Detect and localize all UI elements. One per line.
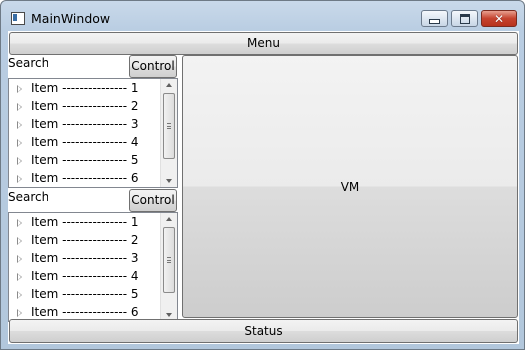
tree-item[interactable]: Item --------------- 4 [9,133,159,151]
client-area: Menu Search Control Item ---------------… [8,31,519,344]
tree-item[interactable]: Item --------------- 6 [9,169,159,187]
expand-arrow-icon[interactable] [17,255,22,263]
close-button[interactable]: ✕ [481,10,517,27]
tree-item[interactable]: Item --------------- 3 [9,249,159,267]
expand-arrow-icon[interactable] [17,219,22,227]
expand-arrow-icon[interactable] [17,309,22,317]
expand-arrow-icon[interactable] [17,139,22,147]
tree-item[interactable]: Item --------------- 2 [9,97,159,115]
vertical-scrollbar[interactable] [160,79,177,187]
close-icon: ✕ [493,11,505,26]
expand-arrow-icon[interactable] [17,157,22,165]
tree-item[interactable]: Item --------------- 5 [9,151,159,169]
scroll-down-icon[interactable] [166,313,172,317]
expand-arrow-icon[interactable] [17,237,22,245]
vm-label: VM [340,180,360,194]
item-tree[interactable]: Item --------------- 1 Item ------------… [8,78,178,188]
tree-item-label: Item --------------- 1 [31,215,139,229]
item-tree[interactable]: Item --------------- 1 Item ------------… [8,212,178,322]
vm-content-button[interactable]: VM [182,55,518,318]
tree-item-label: Item --------------- 2 [31,99,139,113]
tree-item[interactable]: Item --------------- 3 [9,115,159,133]
control-button[interactable]: Control [129,55,177,78]
maximize-icon [459,13,470,24]
scroll-thumb[interactable] [163,227,175,293]
tree-item-label: Item --------------- 4 [31,269,139,283]
title-bar[interactable]: MainWindow ✕ [1,1,524,33]
window-title: MainWindow [31,11,111,26]
vertical-scrollbar[interactable] [160,213,177,321]
grip-icon [167,123,171,129]
scroll-down-icon[interactable] [166,179,172,183]
tree-item[interactable]: Item --------------- 1 [9,213,159,231]
expand-arrow-icon[interactable] [17,175,22,183]
minimize-icon [429,19,440,24]
tree-item-label: Item --------------- 3 [31,117,139,131]
minimize-button[interactable] [421,10,448,27]
window-icon[interactable] [11,12,25,25]
expand-arrow-icon[interactable] [17,121,22,129]
menu-button[interactable]: Menu [9,32,518,55]
control-button[interactable]: Control [129,189,177,212]
search-panel-1: Search Control Item --------------- 1 It… [8,55,180,189]
search-input[interactable] [48,55,128,77]
expand-arrow-icon[interactable] [17,103,22,111]
tree-item[interactable]: Item --------------- 4 [9,267,159,285]
search-input[interactable] [48,189,128,211]
tree-item-label: Item --------------- 5 [31,287,139,301]
search-label: Search [8,56,50,70]
main-window: MainWindow ✕ Menu Search Control Item --… [0,0,525,350]
tree-item[interactable]: Item --------------- 5 [9,285,159,303]
tree-item[interactable]: Item --------------- 2 [9,231,159,249]
expand-arrow-icon[interactable] [17,273,22,281]
search-panel-2: Search Control Item --------------- 1 It… [8,189,180,323]
grip-icon [167,257,171,263]
tree-item-label: Item --------------- 5 [31,153,139,167]
tree-item-label: Item --------------- 2 [31,233,139,247]
scroll-up-icon[interactable] [166,83,172,87]
scroll-up-icon[interactable] [166,217,172,221]
tree-item-label: Item --------------- 4 [31,135,139,149]
maximize-button[interactable] [451,10,478,27]
expand-arrow-icon[interactable] [17,85,22,93]
tree-item[interactable]: Item --------------- 1 [9,79,159,97]
expand-arrow-icon[interactable] [17,291,22,299]
scroll-thumb[interactable] [163,93,175,159]
tree-item-label: Item --------------- 3 [31,251,139,265]
tree-item-label: Item --------------- 6 [31,171,139,185]
search-label: Search [8,190,50,204]
tree-item-label: Item --------------- 1 [31,81,139,95]
status-button[interactable]: Status [9,319,518,343]
